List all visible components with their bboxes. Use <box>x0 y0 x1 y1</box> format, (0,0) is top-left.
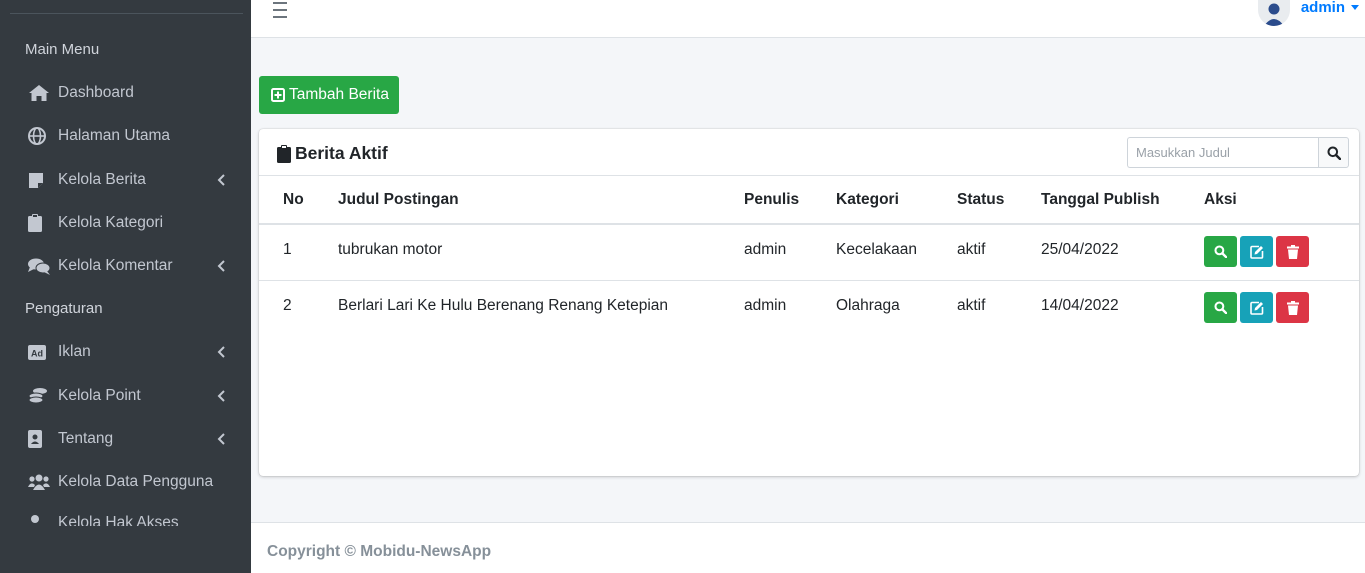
search-icon <box>1327 146 1341 160</box>
view-button[interactable] <box>1204 236 1237 268</box>
card-header: Berita Aktif <box>259 129 1359 176</box>
sidebar-item-kelola-point[interactable]: Kelola Point <box>25 376 237 416</box>
cell-status: aktif <box>957 224 1041 281</box>
search-icon <box>1214 245 1227 259</box>
sidebar-divider <box>10 13 243 14</box>
users-icon <box>28 472 54 492</box>
sidebar-item-label: Kelola Berita <box>58 171 146 188</box>
search-input[interactable] <box>1127 137 1318 168</box>
chevron-left-icon <box>215 174 227 186</box>
sidebar-item-iklan[interactable]: Ad Iklan <box>25 332 237 372</box>
avatar <box>1257 0 1290 26</box>
top-navbar: admin <box>251 0 1365 38</box>
comments-icon <box>28 256 54 276</box>
column-header-tanggal: Tanggal Publish <box>1041 176 1204 225</box>
view-button[interactable] <box>1204 292 1237 324</box>
table-row: 2 Berlari Lari Ke Hulu Berenang Renang K… <box>259 280 1359 336</box>
chevron-left-icon <box>215 346 227 358</box>
column-header-aksi: Aksi <box>1204 176 1359 225</box>
cell-judul: tubrukan motor <box>338 224 744 281</box>
newspaper-icon <box>28 170 54 190</box>
user-menu[interactable]: admin <box>1257 0 1359 28</box>
nav-header-pengaturan: Pengaturan <box>25 300 103 317</box>
globe-icon <box>28 126 54 146</box>
add-news-label: Tambah Berita <box>289 86 389 103</box>
home-icon <box>28 83 54 103</box>
trash-icon <box>1286 244 1299 259</box>
cell-tanggal: 25/04/2022 <box>1041 224 1204 281</box>
sidebar-item-halaman-utama[interactable]: Halaman Utama <box>25 116 237 156</box>
sidebar-item-dashboard[interactable]: Dashboard <box>25 73 237 113</box>
search-button[interactable] <box>1318 137 1349 168</box>
sidebar-item-kelola-komentar[interactable]: Kelola Komentar <box>25 246 237 286</box>
plus-square-icon <box>271 88 285 102</box>
copyright-text: Copyright © Mobidu-NewsApp <box>267 543 492 560</box>
chevron-left-icon <box>215 260 227 272</box>
clipboard-icon <box>28 213 54 233</box>
cell-penulis: admin <box>744 224 836 281</box>
sidebar-item-kelola-berita[interactable]: Kelola Berita <box>25 160 237 200</box>
sidebar: Main Menu Dashboard Halaman Utama Kelola… <box>0 0 251 573</box>
cell-aksi <box>1204 224 1359 281</box>
sidebar-item-label: Kelola Point <box>58 387 141 404</box>
nav-header-main-menu: Main Menu <box>25 41 100 58</box>
column-header-judul: Judul Postingan <box>338 176 744 225</box>
cell-no: 2 <box>283 297 292 315</box>
sidebar-item-label: Dashboard <box>58 84 134 101</box>
cell-penulis: admin <box>744 297 787 315</box>
sidebar-item-label: Kelola Data Pengguna <box>58 473 214 490</box>
edit-icon <box>1249 245 1264 259</box>
news-table: No Judul Postingan Penulis Kategori Stat… <box>259 176 1359 336</box>
edit-button[interactable] <box>1240 292 1273 324</box>
cell-aksi <box>1204 280 1359 336</box>
sidebar-item-kelola-data-pengguna[interactable]: Kelola Data Pengguna <box>25 462 237 502</box>
edit-icon <box>1249 301 1264 315</box>
sidebar-item-label: Iklan <box>58 343 91 360</box>
add-news-button[interactable]: Tambah Berita <box>259 76 399 114</box>
sidebar-item-label: Kelola Hak Akses <box>58 514 179 526</box>
user-icon <box>28 514 54 526</box>
column-header-no: No <box>259 176 338 225</box>
search-icon <box>1214 301 1227 315</box>
footer: Copyright © Mobidu-NewsApp <box>251 522 1365 573</box>
search-group <box>1127 137 1349 168</box>
column-header-kategori: Kategori <box>836 176 957 225</box>
cell-status: aktif <box>957 297 986 315</box>
delete-button[interactable] <box>1276 292 1309 324</box>
cell-no: 1 <box>259 224 338 281</box>
cell-judul: Berlari Lari Ke Hulu Berenang Renang Ket… <box>338 297 669 315</box>
ad-icon: Ad <box>28 342 54 362</box>
sidebar-item-kelola-hak-akses[interactable]: Kelola Hak Akses <box>25 514 237 526</box>
chevron-left-icon <box>215 433 227 445</box>
sidebar-item-kelola-kategori[interactable]: Kelola Kategori <box>25 203 237 243</box>
active-news-card: Berita Aktif No Judul Postingan Penulis … <box>259 129 1359 476</box>
sidebar-item-label: Tentang <box>58 430 114 447</box>
menu-toggle-icon[interactable] <box>273 0 293 18</box>
column-header-status: Status <box>957 176 1041 225</box>
chevron-left-icon <box>215 390 227 402</box>
id-badge-icon <box>28 429 54 449</box>
sidebar-item-label: Kelola Kategori <box>58 214 164 231</box>
sidebar-item-label: Halaman Utama <box>58 127 170 144</box>
edit-button[interactable] <box>1240 236 1273 268</box>
trash-icon <box>1286 300 1299 315</box>
card-title-text: Berita Aktif <box>295 143 388 163</box>
sidebar-item-tentang[interactable]: Tentang <box>25 419 237 459</box>
cell-kategori: Kecelakaan <box>836 224 957 281</box>
cell-kategori: Olahraga <box>836 297 900 315</box>
card-title: Berita Aktif <box>277 143 388 164</box>
table-header-row: No Judul Postingan Penulis Kategori Stat… <box>259 176 1359 225</box>
clipboard-icon <box>277 144 291 163</box>
cell-tanggal: 14/04/2022 <box>1041 297 1119 315</box>
coins-icon <box>28 386 54 406</box>
delete-button[interactable] <box>1276 236 1309 268</box>
svg-text:Ad: Ad <box>31 348 43 358</box>
caret-down-icon[interactable] <box>1351 5 1359 10</box>
user-name[interactable]: admin <box>1301 0 1345 16</box>
column-header-penulis: Penulis <box>744 176 836 225</box>
table-row: 1 tubrukan motor admin Kecelakaan aktif … <box>259 224 1359 281</box>
sidebar-item-label: Kelola Komentar <box>58 257 173 274</box>
